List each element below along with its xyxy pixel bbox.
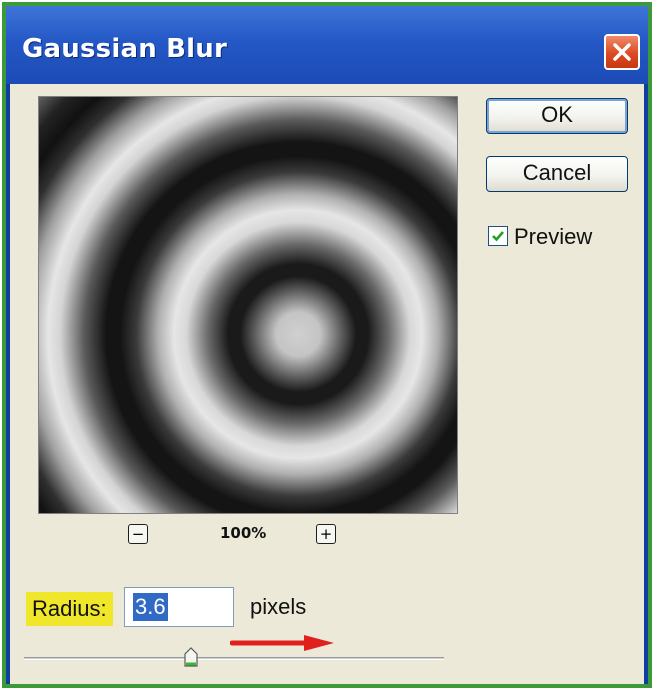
dialog-title: Gaussian Blur [22,34,228,64]
preview-checkbox[interactable] [488,226,508,246]
radius-input[interactable]: 3.6 [124,587,234,627]
blur-preview-image[interactable] [38,96,458,514]
zoom-in-button[interactable]: + [316,524,336,544]
close-button[interactable] [604,34,640,70]
radius-label: Radius: [26,592,113,626]
gaussian-blur-dialog: Gaussian Blur − 100% + OK Cancel Preview… [2,2,652,688]
zoom-out-button[interactable]: − [128,524,148,544]
close-x-icon [613,43,631,61]
radius-value: 3.6 [133,593,168,621]
checkmark-icon [492,231,504,242]
zoom-level: 100% [220,524,267,542]
ok-button[interactable]: OK [486,98,628,134]
preview-label: Preview [514,224,593,249]
title-bar[interactable]: Gaussian Blur [6,6,648,84]
cancel-button[interactable]: Cancel [486,156,628,192]
right-arrow-icon [230,635,334,651]
slider-thumb-icon[interactable] [183,646,199,668]
radius-slider-track[interactable] [24,657,444,660]
radius-unit-label: pixels [250,594,307,619]
dialog-body: − 100% + OK Cancel Preview Radius: 3.6 p… [10,84,644,684]
